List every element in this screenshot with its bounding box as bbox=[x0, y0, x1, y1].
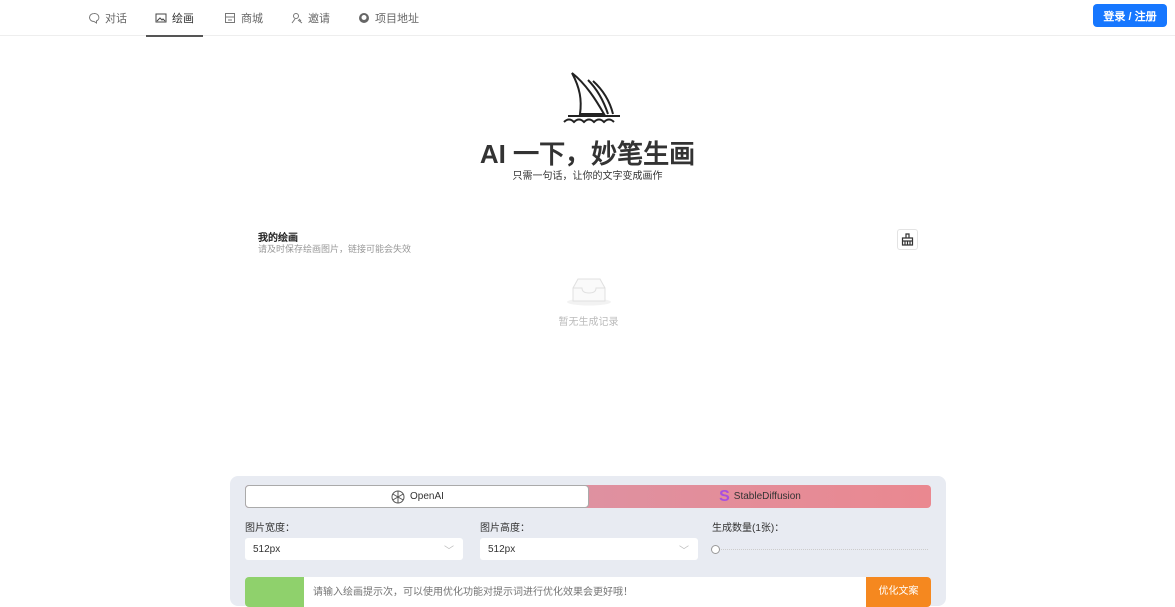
height-select[interactable]: 512px ﹀ bbox=[480, 538, 698, 560]
nav-label: 对话 bbox=[105, 13, 127, 25]
github-icon bbox=[359, 13, 369, 23]
width-label: 图片宽度： bbox=[245, 523, 295, 534]
nav-label: 邀请 bbox=[308, 13, 330, 25]
nav-label: 商城 bbox=[241, 13, 263, 25]
nav-label: 项目地址 bbox=[375, 13, 419, 25]
model-selector: OpenAI S StableDiffusion bbox=[245, 485, 931, 508]
draw-settings-panel: OpenAI S StableDiffusion 图片宽度： 图片高度： 生成数… bbox=[230, 476, 946, 607]
sailboat-logo-icon bbox=[563, 72, 620, 124]
my-drawings-desc: 请及时保存绘画图片，链接可能会失效 bbox=[258, 244, 412, 254]
top-nav: 对话 绘画 商城 邀请 项目地址 登录 / 注册 bbox=[0, 0, 1175, 37]
stablediffusion-icon: S bbox=[719, 487, 730, 505]
openai-icon bbox=[391, 490, 405, 503]
empty-records-text: 暂无生成记录 bbox=[558, 317, 619, 328]
model-label: OpenAI bbox=[410, 491, 444, 502]
empty-inbox-icon bbox=[567, 278, 611, 306]
chevron-down-icon: ﹀ bbox=[444, 546, 454, 557]
count-label: 生成数量(1张)： bbox=[712, 523, 785, 534]
height-label: 图片高度： bbox=[480, 523, 530, 534]
invite-icon bbox=[291, 13, 303, 24]
count-slider[interactable] bbox=[711, 545, 928, 554]
prompt-prefix-block bbox=[245, 577, 304, 607]
model-option-stablediffusion[interactable]: S StableDiffusion bbox=[589, 485, 931, 508]
page-subtitle: 只需一句话，让你的文字变成画作 bbox=[512, 171, 663, 182]
model-option-openai[interactable]: OpenAI bbox=[245, 485, 589, 508]
nav-item-github[interactable]: 项目地址 bbox=[358, 0, 419, 36]
width-value: 512px bbox=[253, 544, 281, 555]
nav-item-shop[interactable]: 商城 bbox=[224, 0, 263, 36]
page-title: AI 一下，妙笔生画 bbox=[479, 139, 696, 169]
login-register-button[interactable]: 登录 / 注册 bbox=[1093, 4, 1167, 27]
nav-item-invite[interactable]: 邀请 bbox=[291, 0, 330, 36]
optimize-prompt-button[interactable]: 优化文案 bbox=[866, 577, 931, 607]
model-label: StableDiffusion bbox=[733, 491, 801, 502]
slider-thumb[interactable] bbox=[711, 545, 720, 554]
chevron-down-icon: ﹀ bbox=[679, 546, 689, 557]
shop-icon bbox=[225, 13, 235, 23]
nav-item-draw[interactable]: 绘画 bbox=[146, 0, 203, 37]
clear-records-button[interactable] bbox=[897, 229, 918, 250]
broom-icon bbox=[901, 233, 914, 246]
chat-icon bbox=[89, 13, 100, 24]
nav-label: 绘画 bbox=[172, 13, 194, 25]
nav-item-chat[interactable]: 对话 bbox=[88, 0, 127, 36]
height-value: 512px bbox=[488, 544, 516, 555]
prompt-input[interactable] bbox=[304, 577, 866, 607]
width-select[interactable]: 512px ﹀ bbox=[245, 538, 463, 560]
image-icon bbox=[155, 13, 167, 23]
